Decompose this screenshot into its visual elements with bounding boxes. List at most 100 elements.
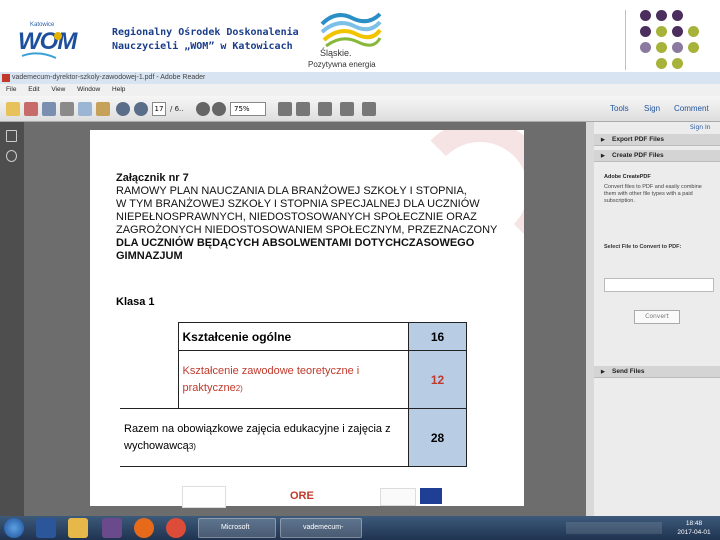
row-label-text: Kształcenie zawodowe teoretyczne i prakt…	[182, 364, 360, 394]
window-title: vademecum-dyrektor-szkoly-zawodowej-1.pd…	[12, 74, 206, 81]
start-button[interactable]	[4, 518, 24, 538]
app-icon	[2, 74, 10, 82]
clock-date: 2017-04-01	[677, 529, 711, 536]
createpdf-description: Convert files to PDF and easily combine …	[604, 184, 702, 204]
word-icon[interactable]	[36, 518, 56, 538]
pdf-page: Załącznik nr 7 RAMOWY PLAN NAUCZANIA DLA…	[90, 130, 524, 506]
clock-time: 18:48	[685, 520, 703, 527]
rotate-icon[interactable]	[318, 102, 332, 116]
toolbar: 17 / 6.. 75% Tools Sign Comment	[0, 96, 720, 122]
convert-button[interactable]: Convert	[634, 310, 680, 324]
fullscreen-icon[interactable]	[362, 102, 376, 116]
dot-icon	[640, 42, 651, 53]
fit-page-icon[interactable]	[278, 102, 292, 116]
sign-in-link[interactable]: Sign In	[690, 124, 711, 131]
page-footer-logos: ORE	[90, 484, 524, 510]
next-page-icon[interactable]	[134, 102, 148, 116]
email-icon[interactable]	[78, 102, 92, 116]
dot-icon	[640, 26, 651, 37]
taskbar-powerpoint[interactable]: Microsoft PowerP...	[198, 518, 276, 538]
dot-icon	[672, 58, 683, 69]
region-tagline: Pozytywna energia	[308, 60, 376, 69]
wom-logo: Katowice WOM	[18, 22, 78, 64]
export-pdf-section[interactable]: Export PDF Files	[594, 134, 720, 146]
dot-icon	[640, 10, 651, 21]
explorer-icon[interactable]	[68, 518, 88, 538]
menu-window[interactable]: Window	[77, 86, 100, 93]
heading-line-7: GIMNAZJUM	[116, 250, 183, 262]
row-value: 12	[408, 350, 467, 409]
eu-flag-icon	[420, 488, 442, 504]
slaskie-logo: Śląskie. Pozytywna energia	[306, 6, 396, 69]
print-icon[interactable]	[60, 102, 74, 116]
file-select-input[interactable]	[604, 278, 714, 292]
dot-icon	[672, 42, 683, 53]
taskbar-adobe-reader[interactable]: vademecum-dyre...	[280, 518, 362, 538]
clock[interactable]: 18:48 2017-04-01	[672, 519, 716, 537]
create-pdf-icon[interactable]	[24, 102, 38, 116]
dot-icon	[656, 26, 667, 37]
attachments-icon[interactable]	[6, 150, 17, 162]
dot-icon	[672, 10, 683, 21]
zoom-select[interactable]: 75%	[230, 102, 266, 116]
heading-line-2: RAMOWY PLAN NAUCZANIA DLA BRANŻOWEJ SZKO…	[116, 185, 467, 197]
row-label: Razem na obowiązkowe zajęcia edukacyjne …	[120, 408, 409, 467]
comment-button[interactable]: Comment	[674, 102, 709, 116]
read-mode-icon[interactable]	[340, 102, 354, 116]
menu-bar: File Edit View Window Help	[0, 84, 720, 96]
tools-button[interactable]: Tools	[610, 102, 629, 116]
menu-edit[interactable]: Edit	[28, 86, 39, 93]
system-tray[interactable]	[566, 522, 662, 534]
window-titlebar[interactable]: vademecum-dyrektor-szkoly-zawodowej-1.pd…	[0, 72, 720, 84]
heading-line-6: DLA UCZNIÓW BĘDĄCYCH ABSOLWENTAMI DOTYCH…	[116, 237, 475, 249]
row-label-text: Razem na obowiązkowe zajęcia edukacyjne …	[124, 422, 391, 452]
prev-page-icon[interactable]	[116, 102, 130, 116]
createpdf-title: Adobe CreatePDF	[604, 174, 651, 180]
footnote-ref: 3)	[188, 441, 196, 451]
comment-tool-icon[interactable]	[96, 102, 110, 116]
slaskie-waves-icon	[320, 12, 382, 48]
slide-header: Katowice WOM Regionalny Ośrodek Doskonal…	[0, 0, 720, 72]
menu-help[interactable]: Help	[112, 86, 125, 93]
menu-file[interactable]: File	[6, 86, 16, 93]
row-label: Kształcenie ogólne	[177, 322, 409, 351]
row-value: 16	[408, 322, 467, 351]
heading-line-4: NIEPEŁNOSPRAWNYCH, NIEDOSTOSOWANYCH SPOŁ…	[116, 211, 477, 223]
heading-line-3: W TYM BRANŻOWEJ SZKOŁY I STOPNIA SPECJAL…	[116, 198, 480, 210]
table-row: Kształcenie zawodowe teoretyczne i prakt…	[120, 350, 467, 409]
tools-pane: Sign In Export PDF Files Create PDF File…	[594, 122, 720, 516]
vertical-scrollbar[interactable]	[586, 122, 594, 516]
table-row: Kształcenie ogólne 16	[120, 322, 467, 351]
dot-icon	[688, 42, 699, 53]
save-icon[interactable]	[42, 102, 56, 116]
table-blank-cell	[120, 323, 178, 351]
menu-view[interactable]: View	[51, 86, 65, 93]
fit-width-icon[interactable]	[296, 102, 310, 116]
firefox-icon[interactable]	[134, 518, 154, 538]
zoom-out-icon[interactable]	[196, 102, 210, 116]
row-label: Kształcenie zawodowe teoretyczne i prakt…	[177, 350, 409, 409]
select-file-label: Select File to Convert to PDF:	[604, 244, 682, 250]
page-number-input[interactable]: 17	[152, 102, 166, 116]
institution-line-1: Regionalny Ośrodek Doskonalenia	[112, 27, 299, 38]
media-icon[interactable]	[102, 518, 122, 538]
sign-button[interactable]: Sign	[644, 102, 660, 116]
table-row: Razem na obowiązkowe zajęcia edukacyjne …	[120, 408, 467, 467]
open-icon[interactable]	[6, 102, 20, 116]
document-heading: Załącznik nr 7 RAMOWY PLAN NAUCZANIA DLA…	[116, 172, 506, 263]
create-pdf-section[interactable]: Create PDF Files	[594, 150, 720, 162]
reader-window: vademecum-dyrektor-szkoly-zawodowej-1.pd…	[0, 72, 720, 516]
slide: Katowice WOM Regionalny Ośrodek Doskonal…	[0, 0, 720, 540]
header-divider	[625, 10, 626, 70]
page-total: / 6..	[170, 105, 184, 113]
institution-line-2: Nauczycieli „WOM” w Katowicach	[112, 41, 293, 52]
chrome-icon[interactable]	[166, 518, 186, 538]
row-value: 28	[408, 408, 467, 467]
heading-line-5: ZAGROŻONYCH NIEDOSTOSOWANIEM SPOŁECZNYM,…	[116, 224, 498, 236]
institution-name: Regionalny Ośrodek Doskonalenia Nauczyci…	[112, 26, 302, 54]
zoom-in-icon[interactable]	[212, 102, 226, 116]
taskbar: Microsoft PowerP... vademecum-dyre... 18…	[0, 516, 720, 540]
pages-icon[interactable]	[6, 130, 17, 142]
send-files-section[interactable]: Send Files	[594, 366, 720, 378]
logo-swoosh-icon	[21, 32, 62, 59]
